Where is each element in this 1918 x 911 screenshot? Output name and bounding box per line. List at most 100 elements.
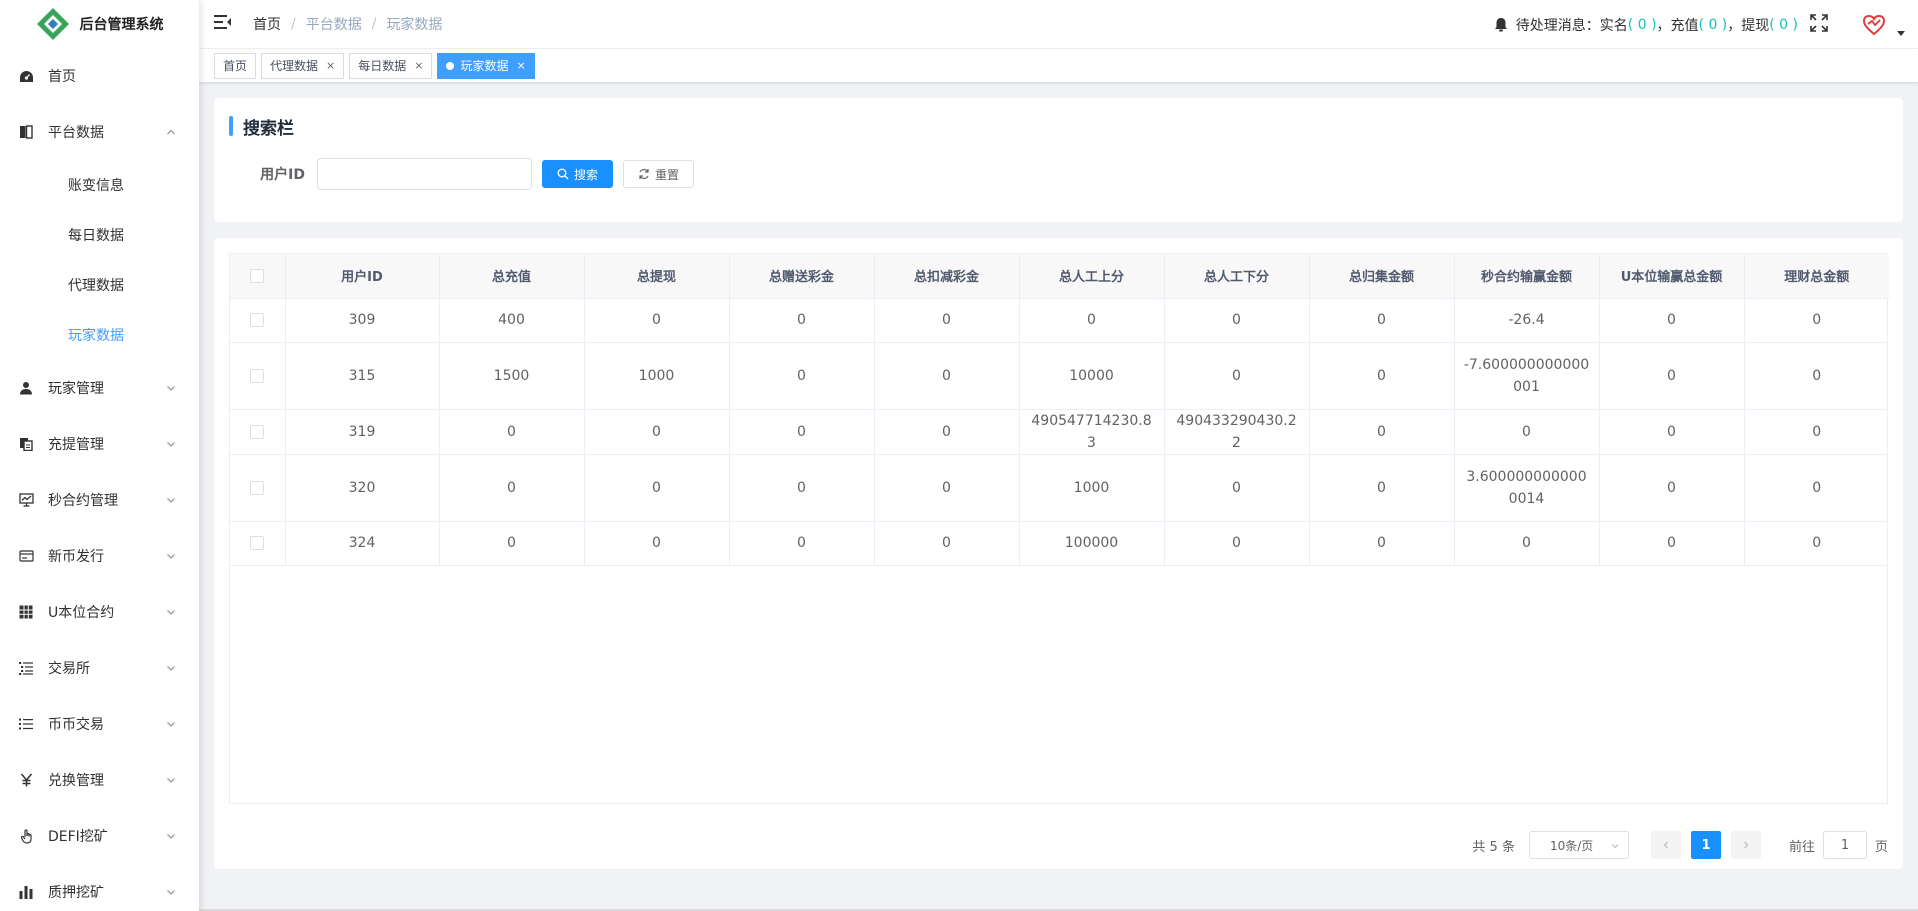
table-cell: 324 [285, 521, 440, 566]
search-button[interactable]: 搜索 [542, 160, 614, 188]
goto-suffix: 页 [1874, 839, 1888, 855]
title-accent-bar [229, 116, 233, 136]
table-cell: 0 [1744, 521, 1889, 566]
column-header: 理财总金额 [1744, 254, 1889, 299]
table-cell: 0 [439, 521, 585, 566]
prev-page-button[interactable] [1650, 831, 1681, 859]
list-icon [18, 716, 34, 732]
tag-3[interactable]: 玩家数据 × [437, 52, 535, 79]
sidebar-subitem-1-0[interactable]: 账变信息 [0, 160, 199, 210]
sidebar-subitem-1-3[interactable]: 玩家数据 [0, 310, 199, 360]
navbar-right: 待处理消息： 实名 ( 0 ) ，充值 ( 0 ) ，提现 ( 0 ) [1494, 0, 1918, 49]
sidebar-item-9[interactable]: 兑换管理 [0, 752, 199, 808]
table-row[interactable]: 320 0 0 0 0 1000 0 0 3.6000000000000014 0 0 [230, 454, 1889, 522]
table-cell: 0 [874, 454, 1020, 522]
close-icon[interactable]: × [326, 54, 335, 78]
navbar: 首页 / 平台数据 / 玩家数据 待处理消息： 实名 ( 0 ) ，充值 ( 0… [199, 0, 1918, 49]
pagination-total: 共 5 条 [1472, 839, 1515, 855]
chevron-left-icon [1661, 840, 1671, 850]
sidebar-item-1[interactable]: 平台数据 [0, 104, 199, 160]
sidebar-item-label: 充提管理 [48, 437, 104, 453]
row-checkbox[interactable] [250, 368, 265, 383]
close-icon[interactable]: × [414, 54, 423, 78]
reset-button[interactable]: 重置 [623, 160, 695, 188]
column-header: 总提现 [584, 254, 730, 299]
row-checkbox[interactable] [250, 536, 265, 550]
sidebar-item-label: 交易所 [48, 661, 90, 677]
select-all-checkbox[interactable] [250, 268, 265, 283]
table-cell: 0 [874, 342, 1020, 410]
sidebar-subitem-1-1[interactable]: 每日数据 [0, 210, 199, 260]
fullscreen-icon [1810, 13, 1828, 36]
next-page-button[interactable] [1730, 831, 1761, 859]
hamburger-button[interactable] [199, 0, 247, 49]
recharge-label: ，充值 [1656, 17, 1699, 34]
sidebar-item-3[interactable]: 充提管理 [0, 416, 199, 472]
sidebar-menu: 首页 平台数据 账变信息 每日数据 代理数据 玩家数据 玩家管理充提管理秒合约管理新币发行 U… [0, 48, 199, 911]
table-cell: 0 [874, 409, 1020, 455]
table-cell: 0 [1599, 298, 1745, 343]
row-checkbox[interactable] [250, 480, 265, 495]
logo[interactable]: 后台管理系统 [0, 0, 199, 48]
table-row[interactable]: 324 0 0 0 0 100000 0 0 0 0 0 [230, 521, 1889, 566]
table-row[interactable]: 315 1500 1000 0 0 10000 0 0 -7.600000000000001 0 0 [230, 342, 1889, 410]
table-cell: 0 [1309, 298, 1455, 343]
goto-page-input[interactable] [1822, 831, 1867, 859]
sidebar-item-5[interactable]: 新币发行 [0, 528, 199, 584]
fullscreen-button[interactable] [1808, 13, 1830, 36]
tag-0[interactable]: 首页 [214, 52, 257, 79]
goto-prefix: 前往 [1788, 839, 1815, 855]
table-cell: 0 [729, 521, 875, 566]
sidebar-subitem-1-2[interactable]: 代理数据 [0, 260, 199, 310]
table-cell: 0 [584, 454, 730, 522]
user-icon [18, 380, 34, 396]
table-cell: 0 [1599, 409, 1745, 455]
table-cell: 0 [1164, 342, 1310, 410]
sidebar-item-7[interactable]: 交易所 [0, 640, 199, 696]
chevron-down-icon [165, 606, 177, 618]
breadcrumb-home[interactable]: 首页 [253, 14, 281, 34]
sidebar-item-0[interactable]: 首页 [0, 48, 199, 104]
table-row[interactable]: 309 400 0 0 0 0 0 0 -26.4 0 0 [230, 298, 1889, 343]
row-select-cell [230, 409, 286, 455]
sidebar-item-label: 秒合约管理 [48, 493, 118, 509]
table-cell: 0 [1164, 521, 1310, 566]
column-header: 用户ID [285, 254, 440, 299]
tags-view: 首页 代理数据 × 每日数据 × 玩家数据 × [199, 49, 1918, 83]
page-size-select[interactable]: 10条/页 [1528, 831, 1629, 859]
chevron-down-icon [165, 494, 177, 506]
card-icon [18, 548, 34, 564]
table-cell: 0 [729, 454, 875, 522]
breadcrumb-separator: / [371, 16, 377, 32]
pending-messages[interactable]: 待处理消息： 实名 ( 0 ) ，充值 ( 0 ) ，提现 ( 0 ) [1494, 15, 1798, 35]
close-icon[interactable]: × [517, 54, 526, 78]
user-id-input[interactable] [317, 158, 532, 190]
sidebar-item-8[interactable]: 币币交易 [0, 696, 199, 752]
sidebar-item-4[interactable]: 秒合约管理 [0, 472, 199, 528]
tag-1[interactable]: 代理数据 × [261, 52, 345, 79]
tag-2[interactable]: 每日数据 × [349, 52, 433, 79]
row-checkbox[interactable] [250, 424, 265, 439]
recharge-count[interactable]: ( 0 ) [1699, 17, 1728, 33]
table-cell: 0 [1599, 521, 1745, 566]
column-header: 总充值 [439, 254, 585, 299]
table-cell: 1000 [584, 342, 730, 410]
row-checkbox[interactable] [250, 313, 265, 327]
table-row[interactable]: 319 0 0 0 0 490547714230.83 490433290430.22 0 0 0… [230, 409, 1889, 455]
caret-down-icon[interactable] [1896, 27, 1906, 37]
realname-count[interactable]: ( 0 ) [1628, 17, 1657, 33]
yen-icon [18, 772, 34, 788]
documents-icon [18, 436, 34, 452]
monitor-icon [18, 492, 34, 508]
sidebar-item-6[interactable]: U本位合约 [0, 584, 199, 640]
column-header: 总人工上分 [1019, 254, 1165, 299]
breadcrumb-platform-data: 平台数据 [305, 17, 362, 33]
withdraw-count[interactable]: ( 0 ) [1769, 17, 1798, 33]
table-header-row: 用户ID 总充值 总提现 总赠送彩金 总扣减彩金 总人工上分 总人工下分 总归集金额 秒合约输赢… [230, 254, 1889, 299]
sidebar-item-2[interactable]: 玩家管理 [0, 360, 199, 416]
avatar[interactable] [1860, 11, 1888, 39]
page-number-1[interactable]: 1 [1690, 831, 1721, 859]
dashboard-icon [18, 68, 34, 84]
sidebar-item-10[interactable]: DEFI挖矿 [0, 808, 199, 864]
sidebar-item-11[interactable]: 质押挖矿 [0, 864, 199, 911]
